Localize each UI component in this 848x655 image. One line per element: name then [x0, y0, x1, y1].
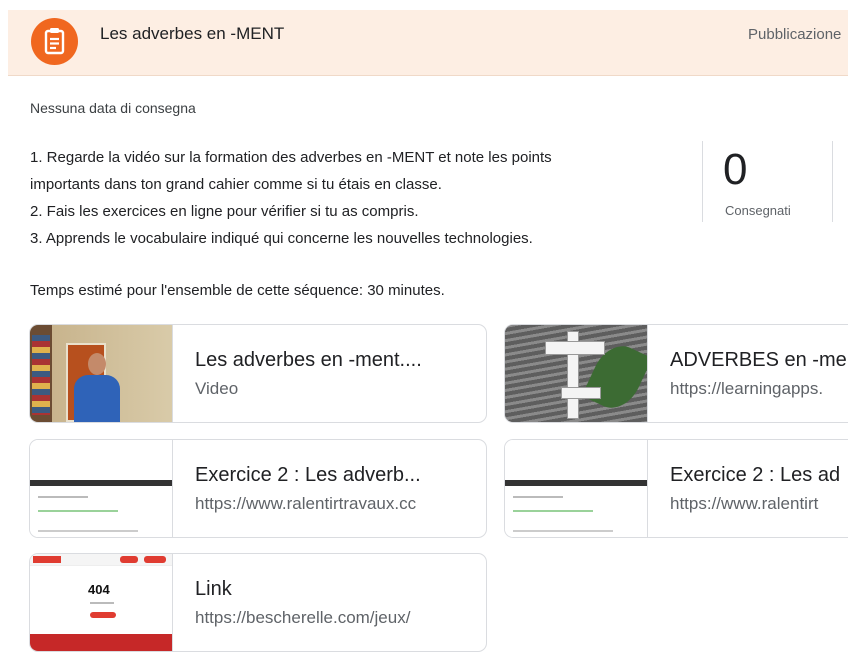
video-thumbnail	[30, 325, 173, 422]
attachment-card-video[interactable]: Les adverbes en -ment.... Video	[29, 324, 487, 423]
time-estimate: Temps estimé pour l'ensemble de cette sé…	[30, 282, 445, 299]
attachment-title: Exercice 2 : Les ad	[670, 464, 841, 486]
link-thumbnail	[30, 440, 173, 537]
attachment-subtitle: https://www.ralentirt	[670, 494, 819, 513]
assignment-title: Les adverbes en -MENT	[100, 24, 285, 43]
attachment-title: ADVERBES en -me	[670, 349, 847, 371]
turned-in-count: 0	[723, 145, 748, 194]
assignment-header: Les adverbes en -MENT Pubblicazione	[8, 10, 848, 76]
attachment-title: Link	[195, 578, 232, 600]
turned-in-label: Consegnati	[725, 203, 791, 218]
link-thumbnail	[505, 325, 648, 422]
attachment-title: Exercice 2 : Les adverb...	[195, 464, 421, 486]
thumbnail-404-text: 404	[88, 582, 110, 597]
attachment-subtitle: Video	[195, 379, 239, 398]
instruction-line: importants dans ton grand cahier comme s…	[30, 176, 442, 193]
instructions: 1. Regarde la vidéo sur la formation des…	[30, 144, 690, 252]
attachment-title: Les adverbes en -ment....	[195, 349, 422, 371]
assignment-icon	[31, 18, 78, 65]
attachment-card-link[interactable]: 404 Link https://bescherelle.com/jeux/	[29, 553, 487, 652]
due-date-text: Nessuna data di consegna	[30, 100, 196, 116]
attachment-card-link[interactable]: Exercice 2 : Les adverb... https://www.r…	[29, 439, 487, 538]
attachment-subtitle: https://learningapps.	[670, 379, 824, 398]
published-label: Pubblicazione	[748, 26, 842, 43]
link-thumbnail: 404	[30, 554, 173, 651]
attachment-card-link[interactable]: ADVERBES en -me https://learningapps.	[504, 324, 848, 423]
instruction-line: 1. Regarde la vidéo sur la formation des…	[30, 149, 552, 166]
instruction-line: 2. Fais les exercices en ligne pour véri…	[30, 203, 419, 220]
attachment-subtitle: https://bescherelle.com/jeux/	[195, 608, 411, 627]
attachment-subtitle: https://www.ralentirtravaux.cc	[195, 494, 417, 513]
turned-in-stat[interactable]: 0 Consegnati	[702, 141, 833, 222]
instruction-line: 3. Apprends le vocabulaire indiqué qui c…	[30, 230, 533, 247]
link-thumbnail	[505, 440, 648, 537]
attachment-card-link[interactable]: Exercice 2 : Les ad https://www.ralentir…	[504, 439, 848, 538]
